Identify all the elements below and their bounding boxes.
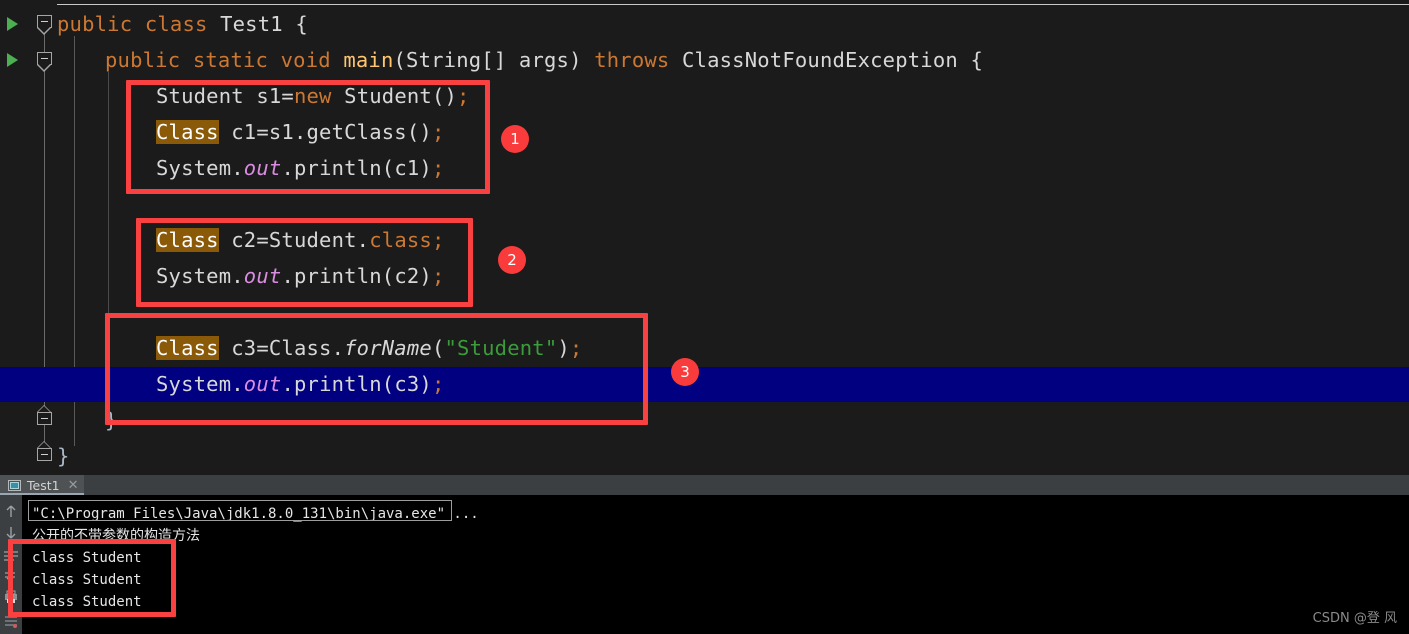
fold-arrow-end-class <box>37 441 52 448</box>
fold-arrow-class <box>37 27 52 35</box>
annotation-badge-1: 1 <box>501 125 529 153</box>
watermark: CSDN @登 风 <box>1312 611 1397 626</box>
run-console-panel[interactable]: Test1 ✕ "C:\Program Files\Java\jdk1.8.0_… <box>0 475 1409 634</box>
code-line-close-class: } <box>57 444 70 468</box>
annotation-box-3 <box>105 313 648 425</box>
code-editor[interactable]: public class Test1 { public static void … <box>0 0 1409 475</box>
close-icon[interactable]: ✕ <box>68 478 79 493</box>
console-output-area[interactable]: "C:\Program Files\Java\jdk1.8.0_131\bin\… <box>8 495 1409 634</box>
fold-arrow-main <box>37 64 52 72</box>
console-tab-bar <box>0 475 1409 495</box>
annotation-box-console-output <box>8 539 176 617</box>
annotation-box-1 <box>126 80 490 194</box>
arrow-up-icon[interactable] <box>3 503 19 519</box>
editor-top-divider <box>57 4 1409 5</box>
console-tab-test1[interactable]: Test1 ✕ <box>0 475 85 495</box>
code-line-class-decl: public class Test1 { <box>57 12 308 36</box>
folded-command-box[interactable] <box>28 500 452 521</box>
fold-arrow-end-main <box>37 405 52 412</box>
run-gutter-icon-class[interactable] <box>7 17 18 31</box>
annotation-badge-2: 2 <box>498 246 526 274</box>
annotation-badge-3: 3 <box>671 358 699 386</box>
editor-gutter[interactable] <box>0 0 30 475</box>
fold-marker-end-main[interactable] <box>37 412 52 425</box>
console-window-icon <box>8 476 21 495</box>
run-gutter-icon-main[interactable] <box>7 53 18 67</box>
console-tab-label: Test1 <box>27 477 60 493</box>
code-line-main-decl: public static void main(String[] args) t… <box>105 48 984 72</box>
fold-marker-end-class[interactable] <box>37 448 52 461</box>
annotation-box-2 <box>136 218 473 307</box>
